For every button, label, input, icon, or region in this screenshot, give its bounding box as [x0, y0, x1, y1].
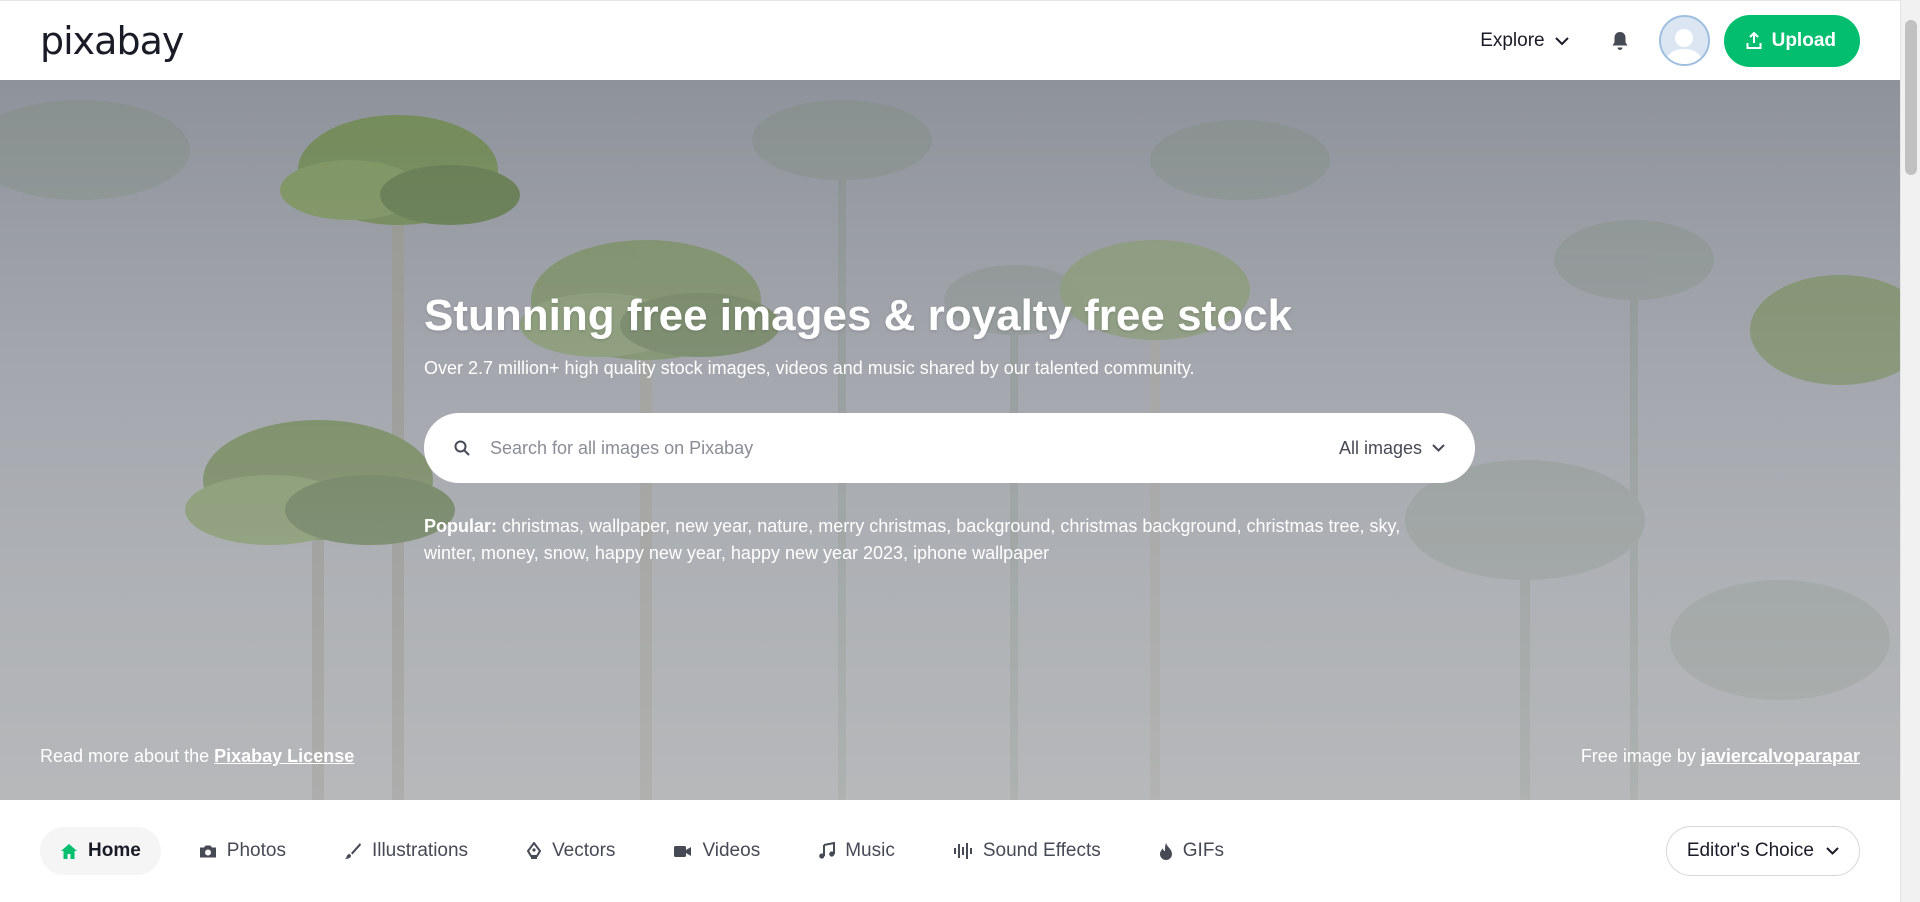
popular-tag[interactable]: happy new year 2023 [731, 543, 903, 563]
popular-searches: Popular: christmas, wallpaper, new year,… [424, 516, 1401, 564]
tab-gifs[interactable]: GIFs [1139, 827, 1244, 875]
header-actions: Explore Upload [1480, 14, 1860, 67]
search-icon [454, 440, 470, 457]
credit-author-link[interactable]: javiercalvoparapar [1701, 746, 1860, 766]
chevron-down-icon [1432, 444, 1445, 453]
sound-wave-icon [953, 842, 973, 860]
hero-subtitle: Over 2.7 million+ high quality stock ima… [424, 358, 1195, 379]
search-bar: All images [424, 413, 1475, 484]
pixabay-logo[interactable]: pixabay [40, 22, 184, 60]
tab-label: Sound Effects [982, 840, 1101, 861]
tab-music[interactable]: Music [798, 827, 915, 875]
media-type-dropdown[interactable]: All images [1339, 438, 1445, 459]
page: pixabay Explore Upload Stunning free ima… [0, 0, 1920, 902]
explore-label: Explore [1480, 29, 1545, 51]
chevron-down-icon [1554, 30, 1569, 52]
upload-button[interactable]: Upload [1723, 14, 1860, 67]
hero-title: Stunning free images & royalty free stoc… [424, 291, 1293, 340]
popular-tag[interactable]: money [481, 543, 534, 563]
explore-menu[interactable]: Explore [1480, 29, 1569, 52]
tab-label: Videos [702, 840, 761, 861]
brush-icon [344, 842, 362, 860]
upload-label: Upload [1771, 29, 1836, 51]
chevron-down-icon [1826, 847, 1839, 855]
popular-tag[interactable]: winter [424, 543, 471, 563]
tab-vectors[interactable]: Vectors [506, 827, 635, 875]
popular-tag[interactable]: nature [757, 516, 808, 536]
popular-tag[interactable]: new year [675, 516, 747, 536]
tab-label: Home [88, 840, 141, 861]
tab-label: Illustrations [371, 840, 469, 861]
category-nav: Home Photos Illustrations Vectors Videos [0, 800, 1900, 902]
image-credit: Free image by javiercalvoparapar [1581, 746, 1860, 767]
video-camera-icon [673, 845, 692, 858]
search-input[interactable] [488, 436, 1339, 460]
tab-label: Vectors [552, 840, 616, 861]
license-prefix: Read more about the [40, 746, 210, 766]
popular-tag[interactable]: christmas [502, 516, 579, 536]
media-type-label: All images [1338, 437, 1422, 458]
tab-label: Music [845, 840, 895, 861]
avatar[interactable] [1658, 15, 1710, 66]
popular-tag[interactable]: merry christmas [818, 516, 946, 536]
license-link[interactable]: Pixabay License [214, 746, 354, 766]
hero-content: Stunning free images & royalty free stoc… [424, 291, 1484, 567]
tab-label: GIFs [1182, 840, 1224, 861]
page-scrollbar[interactable] [1900, 0, 1920, 902]
popular-tag[interactable]: background [956, 516, 1050, 536]
pen-nib-icon [526, 842, 542, 860]
music-note-icon [818, 842, 836, 860]
popular-tag[interactable]: iphone wallpaper [913, 543, 1049, 563]
tab-photos[interactable]: Photos [179, 827, 306, 875]
editors-choice-dropdown[interactable]: Editor's Choice [1665, 826, 1860, 876]
upload-icon [1746, 31, 1762, 50]
tab-sound-effects[interactable]: Sound Effects [933, 827, 1121, 875]
camera-icon [199, 844, 217, 859]
popular-tag[interactable]: sky [1370, 516, 1396, 536]
flame-icon [1159, 842, 1173, 860]
credit-prefix: Free image by [1580, 746, 1696, 766]
popular-tag[interactable]: snow [544, 543, 585, 563]
popular-tag[interactable]: christmas tree [1247, 516, 1360, 536]
popular-tag[interactable]: happy new year [595, 543, 721, 563]
tab-illustrations[interactable]: Illustrations [324, 827, 488, 875]
popular-tag[interactable]: wallpaper [589, 516, 665, 536]
tab-videos[interactable]: Videos [653, 827, 780, 875]
popular-tag[interactable]: christmas background [1060, 516, 1236, 536]
top-header: pixabay Explore Upload [0, 0, 1900, 80]
license-note: Read more about the Pixabay License [40, 746, 354, 767]
scrollbar-thumb[interactable] [1905, 20, 1917, 175]
tab-home[interactable]: Home [40, 827, 161, 875]
home-icon [60, 843, 78, 860]
notification-bell-icon[interactable] [1611, 31, 1629, 51]
popular-label: Popular: [424, 516, 498, 537]
hero-banner: Stunning free images & royalty free stoc… [0, 80, 1900, 800]
sort-label: Editor's Choice [1686, 840, 1814, 861]
tab-label: Photos [226, 840, 286, 861]
